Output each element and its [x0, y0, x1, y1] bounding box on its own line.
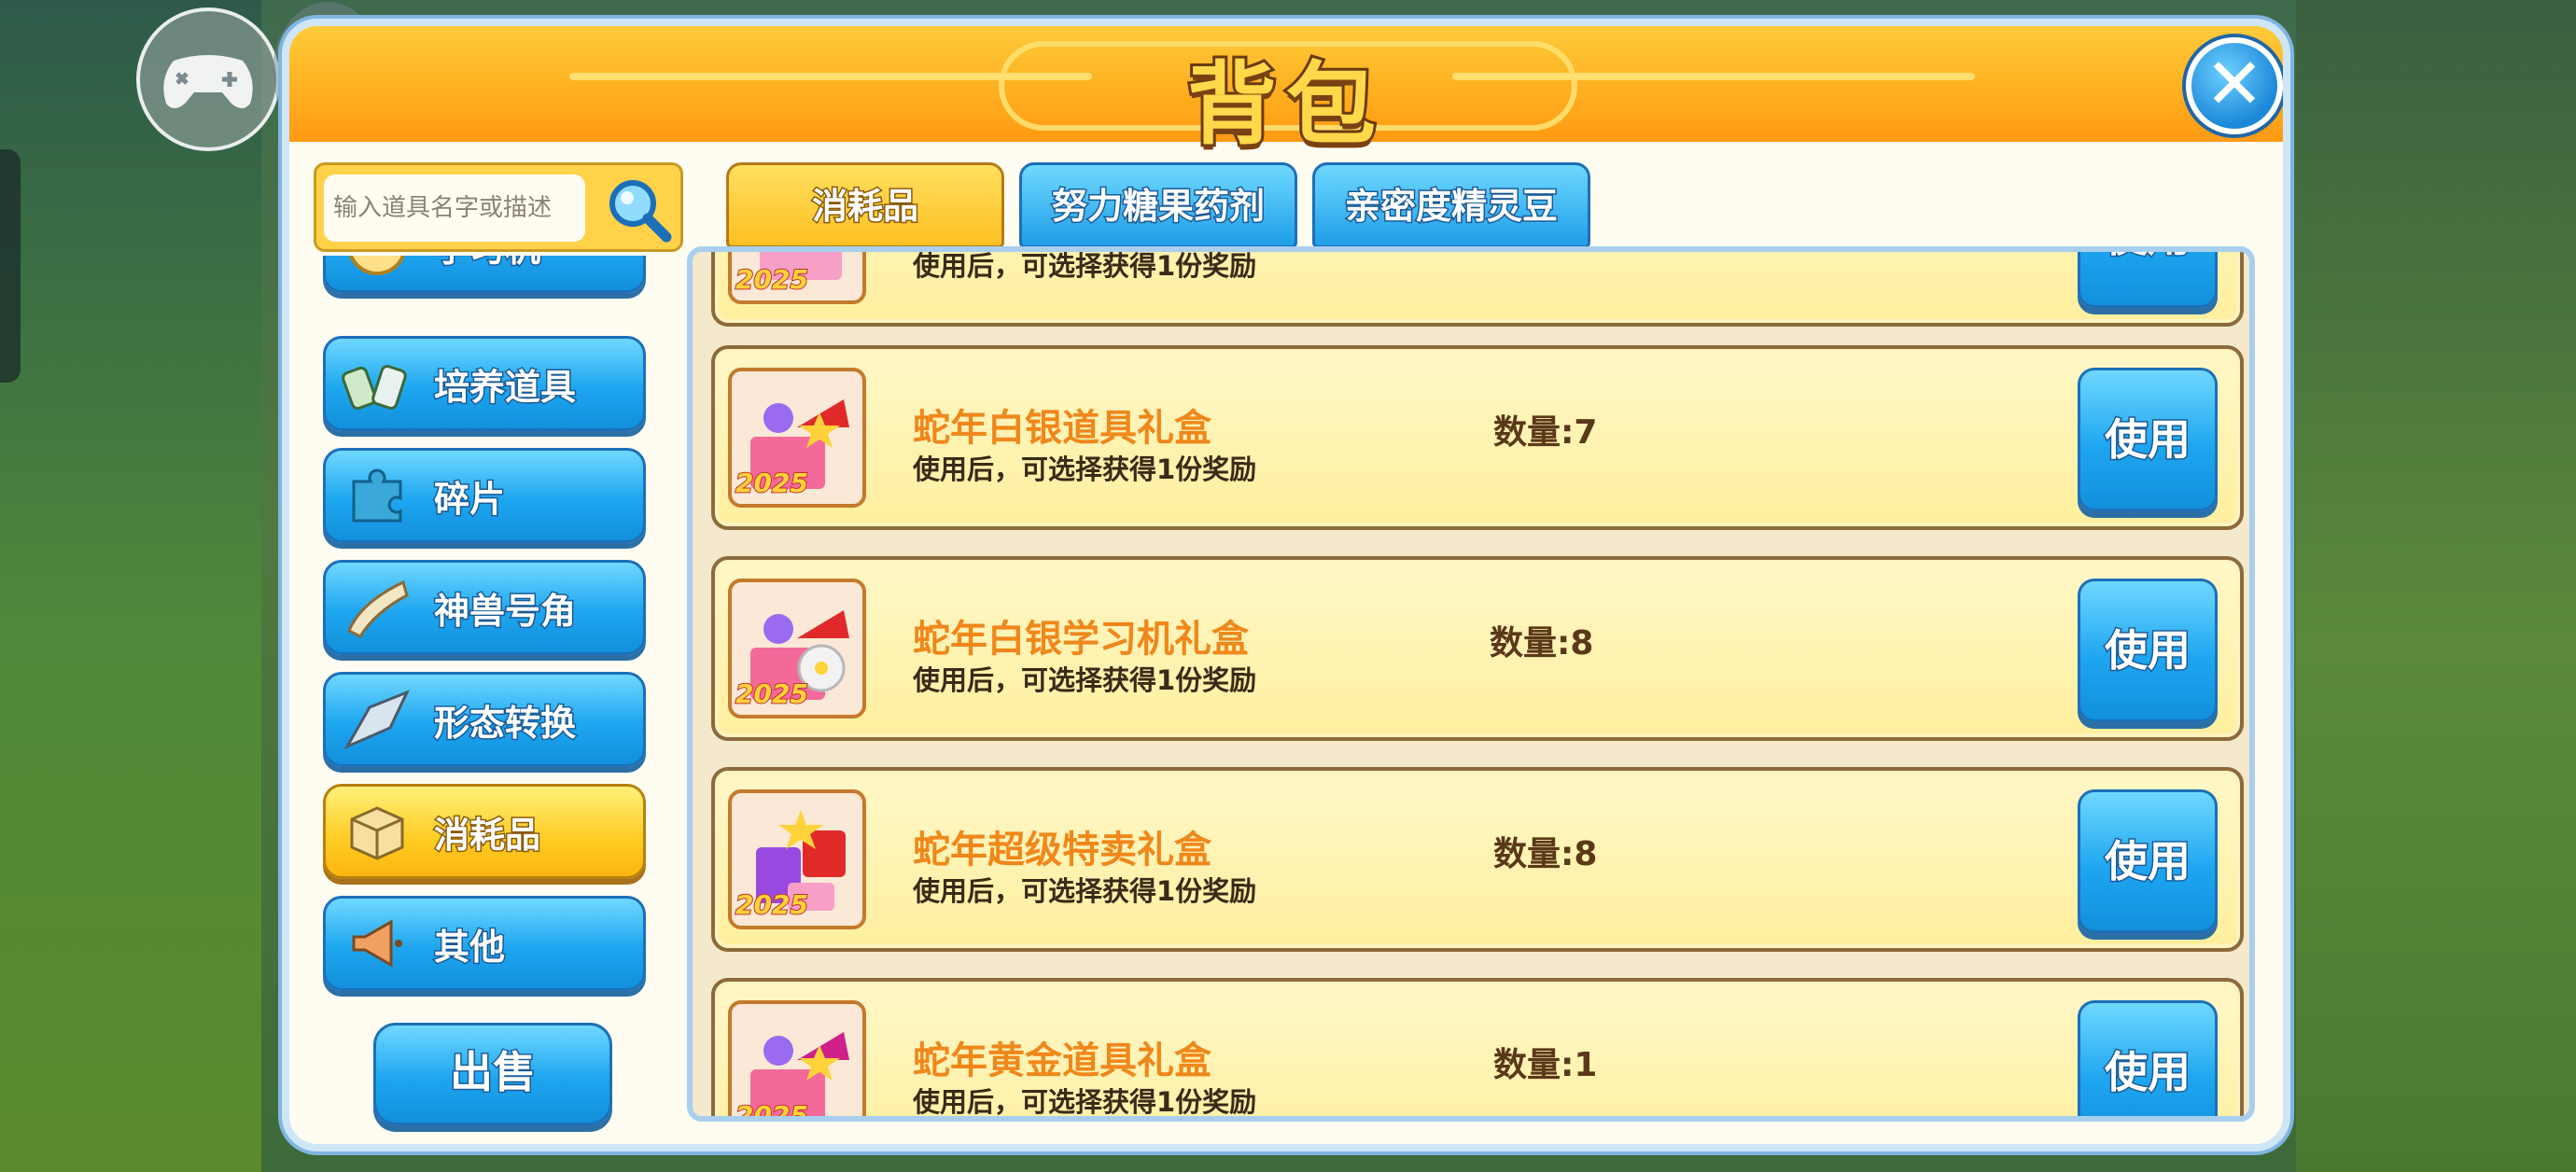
- tab-effort-candy-potion[interactable]: 努力糖果药剂: [1019, 162, 1297, 248]
- use-button[interactable]: 使用: [2078, 579, 2218, 722]
- search-input[interactable]: [324, 174, 585, 242]
- year-badge: 2025: [735, 467, 809, 499]
- disc-icon: [335, 256, 419, 287]
- sidebar-item-form-change[interactable]: 形态转换: [323, 672, 646, 767]
- sidebar-item-consumables[interactable]: 消耗品: [323, 784, 646, 879]
- item-quantity: 数量:1: [1493, 1046, 1598, 1084]
- list-item: 2025 蛇年白银学习机礼盒 使用后，可选择获得1份奖励 数量:8 使用: [711, 556, 2244, 741]
- sidebar-item-label: 碎片: [432, 477, 506, 521]
- sidebar-item-label: 消耗品: [432, 813, 541, 857]
- use-button[interactable]: 使用: [2078, 252, 2218, 308]
- year-badge: 2025: [735, 263, 809, 296]
- item-description: 使用后，可选择获得1份奖励: [913, 250, 1257, 282]
- gift-box-thumbnail: 2025: [728, 579, 866, 719]
- gift-box-thumbnail: 2025: [728, 1000, 866, 1122]
- sidebar-item-label: 其他: [432, 925, 506, 969]
- backpack-panel: 背包 ✕ 学习机: [282, 19, 2290, 1151]
- year-badge: 2025: [735, 677, 809, 710]
- list-item: 2025 蛇年黄金道具礼盒 使用后，可选择获得1份奖励 数量:1 使用: [711, 978, 2244, 1122]
- list-item: 2025 蛇年超级特卖礼盒 使用后，可选择获得1份奖励 数量:8 使用: [711, 767, 2244, 952]
- sidebar-item-beast-horn[interactable]: 神兽号角: [323, 560, 646, 655]
- use-button[interactable]: 使用: [2078, 368, 2218, 511]
- close-icon: ✕: [2205, 42, 2264, 125]
- gamepad-overlay-button[interactable]: [136, 7, 280, 151]
- arrowhead-icon: [335, 677, 419, 761]
- gift-box-thumbnail: 2025: [728, 368, 866, 508]
- year-badge: 2025: [735, 888, 809, 921]
- page-title: 背包: [1184, 49, 1385, 160]
- item-description: 使用后，可选择获得1份奖励: [913, 875, 1257, 907]
- bottles-icon: [335, 342, 419, 426]
- item-description: 使用后，可选择获得1份奖励: [913, 664, 1257, 696]
- background-left: [0, 0, 261, 1172]
- gift-box-thumbnail: 2025: [728, 252, 866, 304]
- item-quantity: 数量:8: [1490, 624, 1594, 663]
- search-bar: [314, 162, 683, 252]
- item-description: 使用后，可选择获得1份奖励: [913, 453, 1257, 485]
- close-button[interactable]: ✕: [2186, 37, 2283, 134]
- year-badge: 2025: [735, 1099, 809, 1122]
- sidebar-item-label: 学习机: [432, 256, 541, 272]
- sidebar-item-label: 神兽号角: [432, 589, 577, 633]
- horn-icon: [335, 565, 419, 649]
- sidebar-item-label: 培养道具: [432, 365, 577, 409]
- sidebar-item-fragments[interactable]: 碎片: [323, 448, 646, 543]
- box-icon: [335, 789, 419, 873]
- gift-box-thumbnail: 2025: [728, 789, 866, 929]
- use-button[interactable]: 使用: [2078, 789, 2218, 933]
- background-right: [2296, 0, 2576, 1172]
- tab-affinity-spirit-beans[interactable]: 亲密度精灵豆: [1312, 162, 1590, 248]
- list-item: 2025 蛇年白银道具礼盒 使用后，可选择获得1份奖励 数量:7 使用: [711, 345, 2244, 530]
- gamepad-icon: [163, 55, 253, 108]
- item-quantity: 数量:8: [1493, 835, 1598, 873]
- sell-button[interactable]: 出售: [373, 1023, 612, 1125]
- sidebar-item-other[interactable]: 其他: [323, 896, 646, 991]
- magnifier-icon: [609, 180, 672, 243]
- item-description: 使用后，可选择获得1份奖励: [913, 1086, 1257, 1118]
- category-sidebar: 学习机 培养道具 碎片 神兽号角: [323, 256, 648, 1002]
- puzzle-piece-icon: [335, 453, 419, 537]
- use-button[interactable]: 使用: [2078, 1000, 2218, 1116]
- item-name: 蛇年白银学习机礼盒: [913, 618, 1249, 661]
- item-list[interactable]: 2025 使用后，可选择获得1份奖励 使用 2025 蛇年白银道具礼盒 使用后，…: [687, 246, 2255, 1122]
- tab-consumables[interactable]: 消耗品: [726, 162, 1004, 248]
- screen-edge-handle: [0, 149, 21, 383]
- item-name: 蛇年黄金道具礼盒: [913, 1039, 1211, 1082]
- sidebar-item-training-items[interactable]: 培养道具: [323, 336, 646, 431]
- item-name: 蛇年超级特卖礼盒: [913, 829, 1211, 872]
- sidebar-item-learning-machine[interactable]: 学习机: [323, 256, 646, 293]
- megaphone-icon: [335, 901, 419, 985]
- search-button[interactable]: [600, 171, 677, 247]
- list-item: 2025 使用后，可选择获得1份奖励 使用: [711, 250, 2244, 327]
- sidebar-item-label: 形态转换: [432, 701, 577, 745]
- item-name: 蛇年白银道具礼盒: [913, 407, 1211, 450]
- item-quantity: 数量:7: [1493, 413, 1598, 452]
- panel-header: 背包 ✕: [289, 26, 2283, 160]
